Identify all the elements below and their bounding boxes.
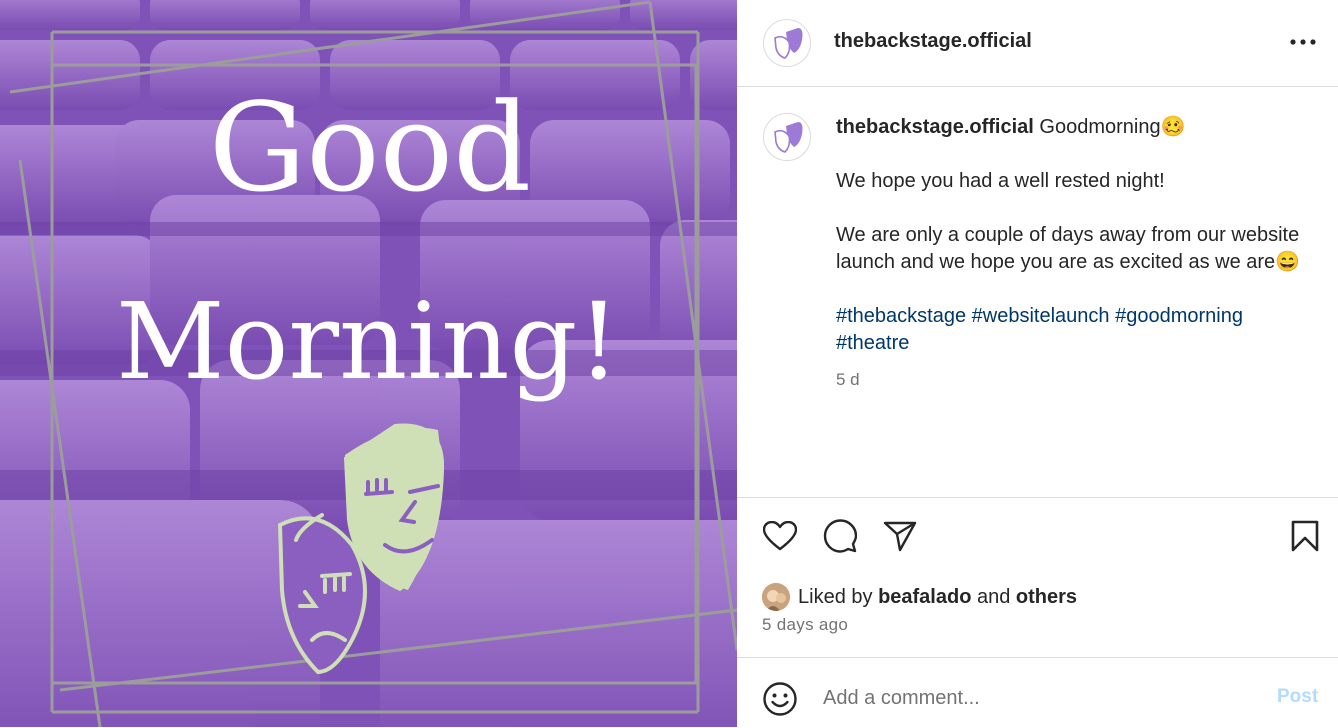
image-text-line1: Good [209, 77, 531, 219]
comment-icon[interactable] [820, 516, 860, 556]
emoji-icon[interactable] [761, 680, 799, 718]
image-text-line2: Morning! [116, 280, 620, 403]
likes-others-link[interactable]: others [1016, 586, 1077, 609]
likes-summary: Liked by beafalado and others [762, 582, 1077, 612]
caption-age[interactable]: 5 d [836, 366, 1306, 393]
likes-connector: and [976, 585, 1011, 608]
more-options-icon[interactable] [1285, 24, 1321, 60]
post-timestamp[interactable]: 5 days ago [762, 615, 848, 635]
post-image[interactable]: Good Morning! [0, 0, 737, 727]
post-image-artwork: Good Morning! [0, 0, 737, 727]
likes-prefix: Liked by [798, 585, 873, 608]
caption-line-2: We hope you had a well rested night! [836, 170, 1165, 192]
comment-input[interactable] [821, 676, 1245, 720]
heart-icon[interactable] [760, 516, 800, 556]
share-icon[interactable] [880, 516, 920, 556]
hashtag-link[interactable]: #goodmorning [1115, 305, 1243, 327]
liker-username[interactable]: beafalado [878, 586, 971, 609]
hashtags: #thebackstage #websitelaunch #goodmornin… [836, 303, 1306, 357]
hashtag-link[interactable]: #theatre [836, 332, 909, 354]
hashtag-link[interactable]: #thebackstage [836, 305, 966, 327]
comment-box: Post [737, 657, 1338, 728]
theatre-masks-icon [774, 28, 803, 59]
hashtag-link[interactable]: #websitelaunch [972, 305, 1110, 327]
post-header: thebackstage.official [737, 0, 1338, 87]
post-side-panel: thebackstage.official thebackstage.offic… [737, 0, 1338, 727]
header-username[interactable]: thebackstage.official [834, 30, 1032, 53]
theatre-masks-icon [774, 122, 803, 153]
caption-text: thebackstage.official Goodmorning🥴 We ho… [836, 114, 1306, 393]
caption-section: thebackstage.official Goodmorning🥴 We ho… [737, 87, 1338, 497]
caption-avatar[interactable] [763, 113, 811, 161]
caption-username[interactable]: thebackstage.official [836, 116, 1034, 138]
profile-avatar[interactable] [763, 19, 811, 67]
caption-line-3: We are only a couple of days away from o… [836, 224, 1301, 273]
liker-avatar[interactable] [762, 583, 790, 611]
action-bar: Liked by beafalado and others 5 days ago [737, 497, 1338, 658]
caption-first-line: Goodmorning🥴 [1039, 116, 1186, 138]
post-comment-button[interactable]: Post [1277, 686, 1318, 708]
bookmark-icon[interactable] [1285, 516, 1325, 556]
